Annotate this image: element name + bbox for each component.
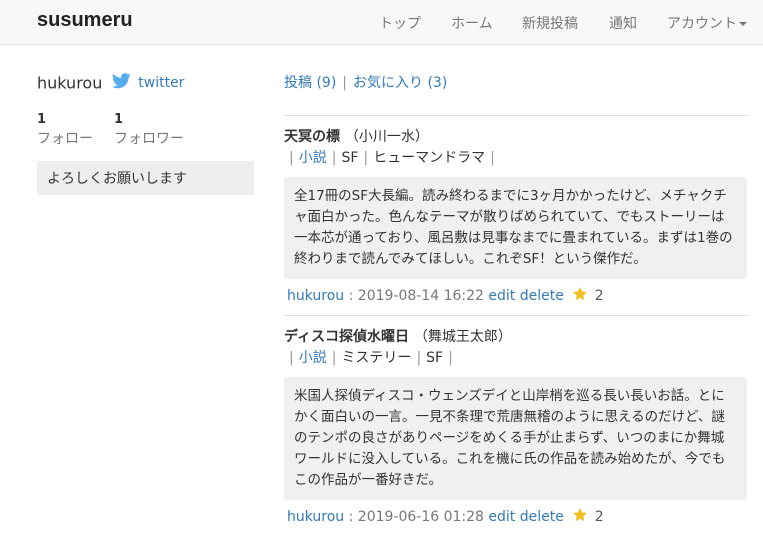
post-title-row: ディスコ探偵水曜日 （舞城王太郎） xyxy=(284,326,747,346)
star-icon[interactable] xyxy=(572,507,588,527)
post-date: : 2019-06-16 01:28 xyxy=(348,509,484,525)
edit-link[interactable]: edit xyxy=(488,509,515,525)
profile-bio: よろしくお願いします xyxy=(37,161,254,195)
follow-label: フォロー xyxy=(37,131,93,147)
tag-mystery[interactable]: ミステリー xyxy=(341,350,411,366)
post-body: 全17冊のSF大長編。読み終わるまでに3ヶ月かかったけど、メチャクチャ面白かった… xyxy=(284,177,747,279)
profile-username: hukurou xyxy=(37,73,103,93)
delete-link[interactable]: delete xyxy=(520,509,564,525)
nav-notifications[interactable]: 通知 xyxy=(609,13,637,33)
caret-down-icon xyxy=(739,22,747,26)
like-count: 2 xyxy=(594,509,604,525)
delete-link[interactable]: delete xyxy=(520,288,564,304)
follower-label: フォロワー xyxy=(114,131,184,147)
tag-separator: | xyxy=(331,150,337,166)
tab-separator: | xyxy=(342,75,347,91)
tab-favorites[interactable]: お気に入り (3) xyxy=(353,75,447,91)
tag-human-drama[interactable]: ヒューマンドラマ xyxy=(373,150,485,166)
post-item: ディスコ探偵水曜日 （舞城王太郎） | 小説 | ミステリー | SF | 米国人探偵ディス… xyxy=(284,315,747,536)
post-title[interactable]: ディスコ探偵水曜日 xyxy=(284,329,409,345)
tag-novel[interactable]: 小説 xyxy=(299,150,327,166)
post-author: （舞城王太郎） xyxy=(413,329,512,345)
tab-posts[interactable]: 投稿 (9) xyxy=(284,75,336,91)
tag-separator: | xyxy=(331,350,337,366)
follower-stat[interactable]: 1 フォロワー xyxy=(114,112,184,150)
nav-top[interactable]: トップ xyxy=(379,13,421,33)
post-meta: hukurou : 2019-06-16 01:28 edit delete 2 xyxy=(287,507,747,536)
navbar: susumeru トップ ホーム 新規投稿 通知 アカウント xyxy=(0,0,763,45)
nav-home[interactable]: ホーム xyxy=(451,13,493,33)
tag-separator: | xyxy=(289,350,294,366)
username-row: hukurou twitter xyxy=(37,73,255,103)
post-tags: | 小説 | SF | ヒューマンドラマ | xyxy=(284,147,747,167)
tag-separator: | xyxy=(490,150,495,166)
tag-separator: | xyxy=(289,150,294,166)
post-title[interactable]: 天冥の標 xyxy=(284,129,340,145)
star-icon[interactable] xyxy=(572,286,588,306)
tag-separator: | xyxy=(363,150,369,166)
follow-stat[interactable]: 1 フォロー xyxy=(37,112,93,150)
nav-account-label: アカウント xyxy=(667,16,737,32)
tag-sf[interactable]: SF xyxy=(341,150,358,166)
profile-sidebar: hukurou twitter 1 フォロー 1 フォロワー よろしくお願いしま… xyxy=(37,73,255,195)
twitter-link[interactable]: twitter xyxy=(138,75,184,91)
post-user-link[interactable]: hukurou xyxy=(287,509,344,525)
post-author: （小川一水） xyxy=(344,129,429,145)
nav-account-dropdown[interactable]: アカウント xyxy=(667,13,747,33)
follower-count: 1 xyxy=(114,112,124,127)
edit-link[interactable]: edit xyxy=(488,288,515,304)
post-title-row: 天冥の標 （小川一水） xyxy=(284,126,747,146)
tag-sf[interactable]: SF xyxy=(426,350,443,366)
post-item: 天冥の標 （小川一水） | 小説 | SF | ヒューマンドラマ | 全17冊のSF大長編。… xyxy=(284,115,747,315)
post-body: 米国人探偵ディスコ・ウェンズデイと山岸梢を巡る長い長いお話。とにかく面白いの一言… xyxy=(284,377,747,500)
post-tags: | 小説 | ミステリー | SF | xyxy=(284,347,747,367)
nav-new-post[interactable]: 新規投稿 xyxy=(522,13,578,33)
main-content: 投稿 (9) | お気に入り (3) 天冥の標 （小川一水） | 小説 | SF | ヒューマ… xyxy=(284,72,747,536)
tag-separator: | xyxy=(448,350,453,366)
tag-separator: | xyxy=(416,350,422,366)
tag-novel[interactable]: 小説 xyxy=(299,350,327,366)
follow-count: 1 xyxy=(37,112,47,127)
post-meta: hukurou : 2019-08-14 16:22 edit delete 2 xyxy=(287,286,747,315)
post-tabs: 投稿 (9) | お気に入り (3) xyxy=(284,72,747,102)
like-count: 2 xyxy=(594,288,604,304)
post-user-link[interactable]: hukurou xyxy=(287,288,344,304)
brand-logo[interactable]: susumeru xyxy=(37,9,133,32)
post-date: : 2019-08-14 16:22 xyxy=(348,288,484,304)
follow-stats: 1 フォロー 1 フォロワー xyxy=(37,112,255,152)
twitter-bird-icon[interactable] xyxy=(111,73,131,93)
